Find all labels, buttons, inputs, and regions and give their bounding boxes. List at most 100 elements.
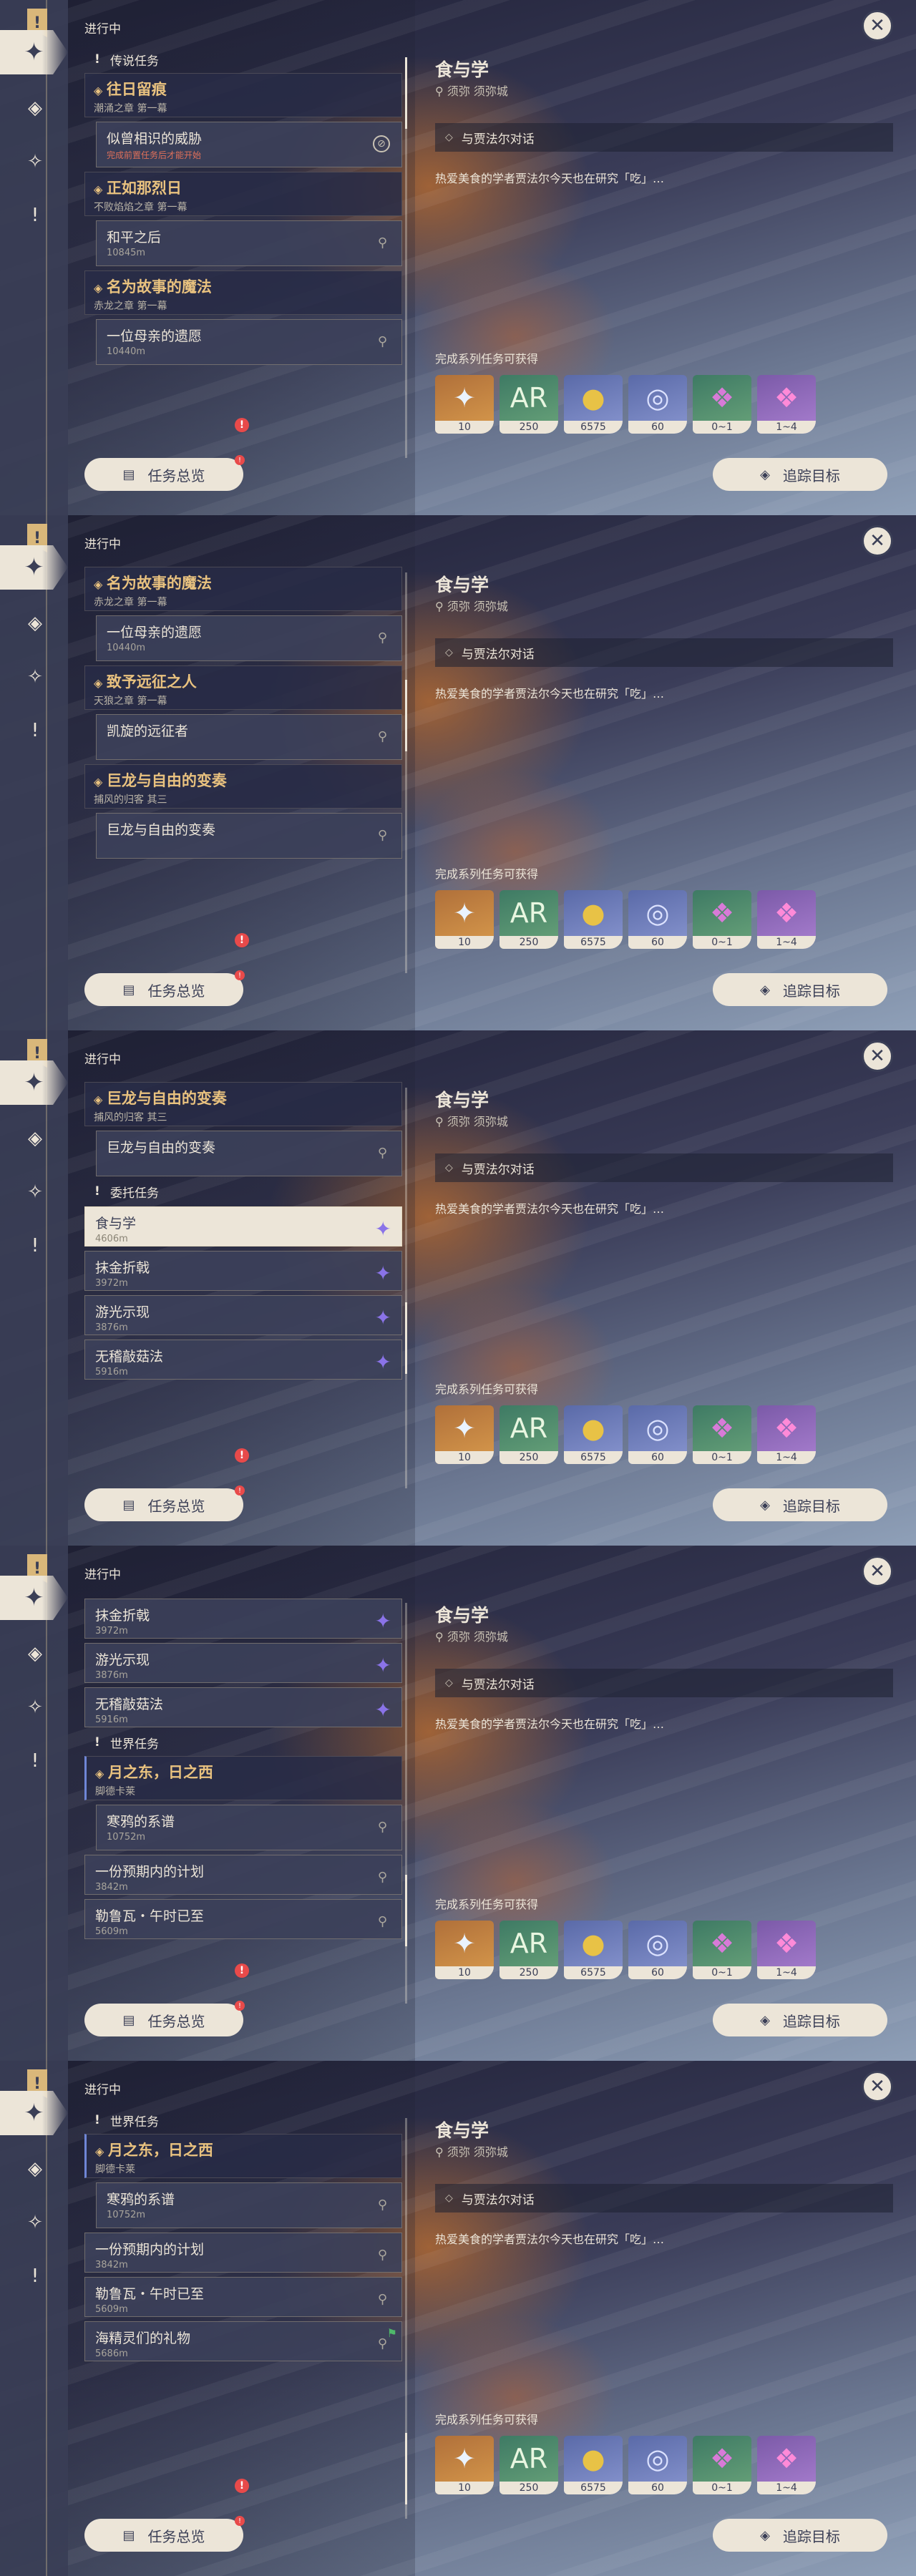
- reward-item[interactable]: AR 250: [500, 1921, 558, 1979]
- quest-row[interactable]: 巨龙与自由的变奏 ⚲: [96, 1131, 402, 1176]
- quest-overview-button[interactable]: ▤ 任务总览 !: [84, 2001, 245, 2036]
- quest-chain-header[interactable]: 月之东，日之西脚德卡莱: [84, 1756, 402, 1800]
- reward-item[interactable]: AR 250: [500, 375, 558, 434]
- quest-list[interactable]: 名为故事的魔法赤龙之章 第一幕一位母亲的遗愿 10440m ⚲ 致予远征之人天狼之章 …: [84, 564, 402, 955]
- close-icon[interactable]: ✕: [862, 525, 893, 557]
- commission-tab-icon[interactable]: ✧: [20, 2207, 50, 2238]
- quest-list[interactable]: ! 传说任务往日留痕潮涌之章 第一幕似曾相识的威胁完成前置任务后才能开始 ⊘ 正如那烈…: [84, 49, 402, 439]
- reward-item[interactable]: ◎ 60: [628, 890, 687, 949]
- quest-list[interactable]: ! 世界任务月之东，日之西脚德卡莱寒鸦的系谱 10752m ⚲ 一份预期内的计划 3842…: [84, 2109, 402, 2500]
- close-icon[interactable]: ✕: [862, 10, 893, 42]
- reward-item[interactable]: ◎ 60: [628, 1405, 687, 1464]
- close-icon[interactable]: ✕: [862, 1556, 893, 1587]
- quest-chain-header[interactable]: 名为故事的魔法赤龙之章 第一幕: [84, 270, 402, 315]
- reward-item[interactable]: ❖ 0~1: [693, 2436, 751, 2494]
- reward-item[interactable]: ✦ 10: [435, 1405, 494, 1464]
- quest-chain-header[interactable]: 巨龙与自由的变奏捕风的归客 其三: [84, 1082, 402, 1126]
- world-quests-tab-icon[interactable]: !: [20, 1746, 50, 1776]
- reward-item[interactable]: ❖ 0~1: [693, 890, 751, 949]
- commission-tab-icon[interactable]: ✧: [20, 1177, 50, 1207]
- scrollbar-thumb[interactable]: [405, 2433, 407, 2504]
- quest-overview-button[interactable]: ▤ 任务总览 !: [84, 1485, 245, 1521]
- reward-item[interactable]: ❖ 0~1: [693, 1921, 751, 1979]
- reward-item[interactable]: ✦ 10: [435, 2436, 494, 2494]
- reward-item[interactable]: ● 6575: [564, 2436, 623, 2494]
- quest-row[interactable]: 勒鲁瓦・午时已至 5609m ⚲: [84, 1899, 402, 1939]
- scrollbar-thumb[interactable]: [405, 1875, 407, 1946]
- list-scrollbar[interactable]: [405, 572, 407, 973]
- scrollbar-thumb[interactable]: [405, 57, 407, 129]
- quest-overview-button[interactable]: ▤ 任务总览 !: [84, 970, 245, 1006]
- quest-chain-header[interactable]: 名为故事的魔法赤龙之章 第一幕: [84, 567, 402, 611]
- quest-row[interactable]: 似曾相识的威胁 完成前置任务后才能开始 ⊘: [96, 122, 402, 167]
- quest-row[interactable]: 抹金折戟 3972m ✦: [84, 1251, 402, 1291]
- quest-row[interactable]: 无稽敲菇法 5916m ✦: [84, 1340, 402, 1380]
- quest-row[interactable]: 食与学 4606m ✦: [84, 1206, 402, 1246]
- reward-item[interactable]: ❖ 1~4: [757, 2436, 816, 2494]
- reward-item[interactable]: ● 6575: [564, 1921, 623, 1979]
- quest-chain-header[interactable]: 往日留痕潮涌之章 第一幕: [84, 73, 402, 117]
- archon-quests-tab-icon[interactable]: ◈: [20, 1123, 50, 1153]
- reward-item[interactable]: ● 6575: [564, 1405, 623, 1464]
- track-objective-button[interactable]: ◈ 追踪目标: [713, 1488, 887, 1521]
- reward-item[interactable]: ❖ 1~4: [757, 890, 816, 949]
- commission-tab-icon[interactable]: ✧: [20, 1692, 50, 1722]
- quest-chain-header[interactable]: 致予远征之人天狼之章 第一幕: [84, 665, 402, 710]
- quest-row[interactable]: 无稽敲菇法 5916m ✦: [84, 1687, 402, 1727]
- quest-list[interactable]: 抹金折戟 3972m ✦ 游光示现 3876m ✦ 无稽敲菇法 5916m ✦! 世界任务月之东，…: [84, 1594, 402, 1985]
- archon-quests-tab-icon[interactable]: ◈: [20, 93, 50, 123]
- reward-item[interactable]: AR 250: [500, 890, 558, 949]
- list-scrollbar[interactable]: [405, 1088, 407, 1488]
- reward-item[interactable]: ❖ 0~1: [693, 375, 751, 434]
- list-scrollbar[interactable]: [405, 1603, 407, 2004]
- all-quests-tab-icon[interactable]: ✦: [0, 30, 68, 74]
- quest-list[interactable]: 巨龙与自由的变奏捕风的归客 其三巨龙与自由的变奏⚲!委托任务食与学4606m✦抹…: [84, 1079, 402, 1470]
- quest-overview-button[interactable]: ▤ 任务总览 !: [84, 455, 245, 491]
- reward-item[interactable]: AR 250: [500, 2436, 558, 2494]
- reward-item[interactable]: ◎ 60: [628, 375, 687, 434]
- reward-item[interactable]: ❖ 1~4: [757, 375, 816, 434]
- scrollbar-thumb[interactable]: [405, 1302, 407, 1374]
- reward-item[interactable]: ✦ 10: [435, 890, 494, 949]
- quest-row[interactable]: 一位母亲的遗愿 10440m ⚲: [96, 319, 402, 365]
- reward-item[interactable]: ◎ 60: [628, 2436, 687, 2494]
- reward-item[interactable]: ❖ 1~4: [757, 1405, 816, 1464]
- commission-tab-icon[interactable]: ✧: [20, 662, 50, 692]
- commission-tab-icon[interactable]: ✧: [20, 147, 50, 177]
- quest-row[interactable]: 一份预期内的计划 3842m ⚲: [84, 2233, 402, 2273]
- all-quests-tab-icon[interactable]: ✦: [0, 1576, 68, 1620]
- world-quests-tab-icon[interactable]: !: [20, 2261, 50, 2291]
- quest-row[interactable]: 海精灵们的礼物 5686m ⚲ ⚑: [84, 2321, 402, 2361]
- all-quests-tab-icon[interactable]: ✦: [0, 545, 68, 590]
- quest-overview-button[interactable]: ▤ 任务总览 !: [84, 2516, 245, 2552]
- quest-chain-header[interactable]: 巨龙与自由的变奏捕风的归客 其三: [84, 764, 402, 809]
- track-objective-button[interactable]: ◈ 追踪目标: [713, 973, 887, 1006]
- scrollbar-thumb[interactable]: [405, 680, 407, 751]
- archon-quests-tab-icon[interactable]: ◈: [20, 2154, 50, 2184]
- reward-item[interactable]: ❖ 1~4: [757, 1921, 816, 1979]
- close-icon[interactable]: ✕: [862, 2071, 893, 2102]
- close-icon[interactable]: ✕: [862, 1040, 893, 1072]
- world-quests-tab-icon[interactable]: !: [20, 200, 50, 230]
- quest-row[interactable]: 游光示现 3876m ✦: [84, 1295, 402, 1335]
- quest-row[interactable]: 和平之后 10845m ⚲: [96, 220, 402, 266]
- track-objective-button[interactable]: ◈ 追踪目标: [713, 2519, 887, 2552]
- reward-item[interactable]: ● 6575: [564, 375, 623, 434]
- quest-row[interactable]: 勒鲁瓦・午时已至 5609m ⚲: [84, 2277, 402, 2317]
- reward-item[interactable]: ✦ 10: [435, 375, 494, 434]
- world-quests-tab-icon[interactable]: !: [20, 716, 50, 746]
- quest-row[interactable]: 抹金折戟 3972m ✦: [84, 1599, 402, 1639]
- quest-row[interactable]: 寒鸦的系谱 10752m ⚲: [96, 1805, 402, 1850]
- reward-item[interactable]: ● 6575: [564, 890, 623, 949]
- quest-row[interactable]: 一位母亲的遗愿 10440m ⚲: [96, 615, 402, 661]
- reward-item[interactable]: AR 250: [500, 1405, 558, 1464]
- quest-row[interactable]: 巨龙与自由的变奏 ⚲: [96, 813, 402, 859]
- world-quests-tab-icon[interactable]: !: [20, 1231, 50, 1261]
- list-scrollbar[interactable]: [405, 2118, 407, 2519]
- reward-item[interactable]: ◎ 60: [628, 1921, 687, 1979]
- track-objective-button[interactable]: ◈ 追踪目标: [713, 458, 887, 491]
- reward-item[interactable]: ❖ 0~1: [693, 1405, 751, 1464]
- reward-item[interactable]: ✦ 10: [435, 1921, 494, 1979]
- archon-quests-tab-icon[interactable]: ◈: [20, 608, 50, 638]
- list-scrollbar[interactable]: [405, 57, 407, 458]
